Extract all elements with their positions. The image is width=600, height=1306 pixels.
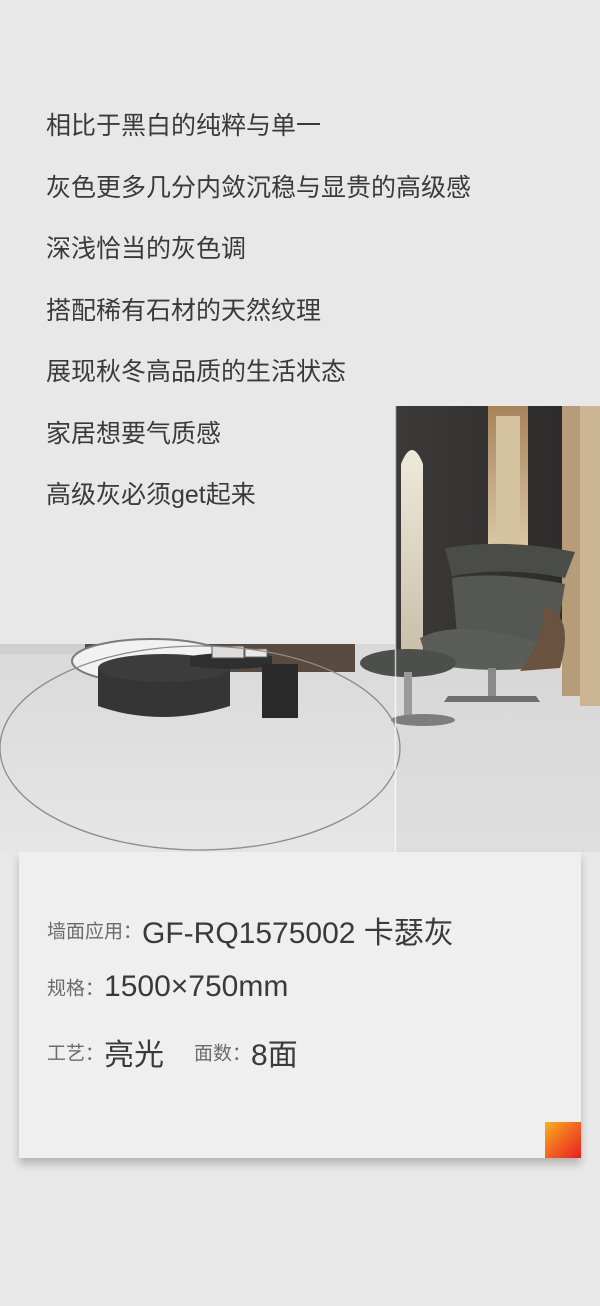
size-value: 1500×750mm [104,970,289,1003]
wall-application-label: 墙面应用： [47,921,143,943]
faces-value: 8面 [251,1039,298,1072]
faces-label: 面数： [194,1043,252,1065]
wall-application-value: GF-RQ1575002 卡瑟灰 [142,917,454,950]
wall-application-row: 墙面应用：GF-RQ1575002 卡瑟灰 [47,908,454,952]
interior-photo-illustration [0,406,600,852]
spec-card: 墙面应用：GF-RQ1575002 卡瑟灰 规格：1500×750mm 工艺：亮… [19,852,581,1158]
interior-photo [0,406,600,852]
size-label: 规格： [47,978,105,1000]
intro-line: 相比于黑白的纯粹与单一 [46,112,322,140]
size-row: 规格：1500×750mm [47,970,288,1004]
brand-color-square [545,1122,581,1158]
intro-line: 灰色更多几分内敛沉稳与显贵的高级感 [46,173,472,202]
craft-row: 工艺：亮光 面数：8面 [47,1030,298,1074]
page: 相比于黑白的纯粹与单一 灰色更多几分内敛沉稳与显贵的高级感 深浅恰当的灰色调 搭… [0,0,600,1306]
craft-label: 工艺： [47,1043,105,1065]
intro-line: 搭配稀有石材的天然纹理 [46,296,322,325]
craft-value: 亮光 [104,1039,165,1072]
intro-line: 深浅恰当的灰色调 [46,235,247,263]
